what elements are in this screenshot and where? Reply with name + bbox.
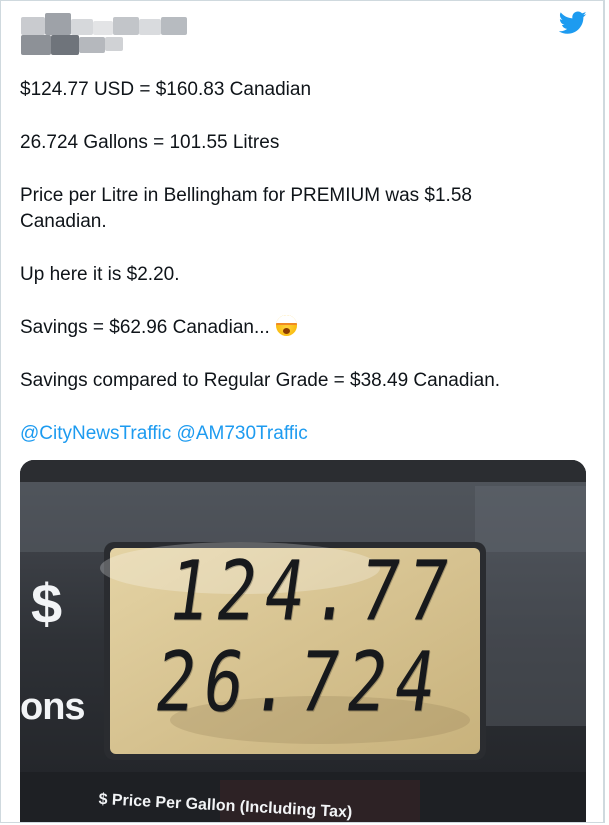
savings-text: Savings = $62.96 Canadian...: [20, 317, 270, 338]
exploding-head-emoji-icon: [275, 315, 297, 336]
tweet-line-volume: 26.724 Gallons = 101.55 Litres: [20, 132, 280, 153]
mention-am730traffic[interactable]: @AM730Traffic: [177, 423, 308, 444]
gallons-readout: 26.724: [149, 634, 450, 731]
author-name-redacted: [21, 13, 191, 57]
tweet-line-savings: Savings = $62.96 Canadian...: [20, 315, 297, 341]
tweet-line-price-per-litre: Price per Litre in Bellingham for PREMIU…: [20, 185, 472, 206]
tweet-line-savings-regular: Savings compared to Regular Grade = $38.…: [20, 370, 501, 391]
tweet-mentions: @CityNewsTraffic @AM730Traffic: [20, 421, 308, 447]
mention-citynewstraffic[interactable]: @CityNewsTraffic: [20, 423, 171, 444]
tweet-line-local-price: Up here it is $2.20.: [20, 264, 180, 285]
tweet-card: $124.77 USD = $160.83 Canadian 26.724 Ga…: [0, 0, 605, 823]
tweet-line-conversion: $124.77 USD = $160.83 Canadian: [20, 79, 312, 100]
dollar-sign-label: $: [31, 572, 63, 635]
tweet-line-price-per-litre-cont: Canadian.: [20, 211, 107, 232]
twitter-bird-icon[interactable]: [559, 11, 587, 35]
amount-readout: 124.77: [162, 543, 463, 640]
gallons-label-fragment: ons: [20, 686, 86, 728]
